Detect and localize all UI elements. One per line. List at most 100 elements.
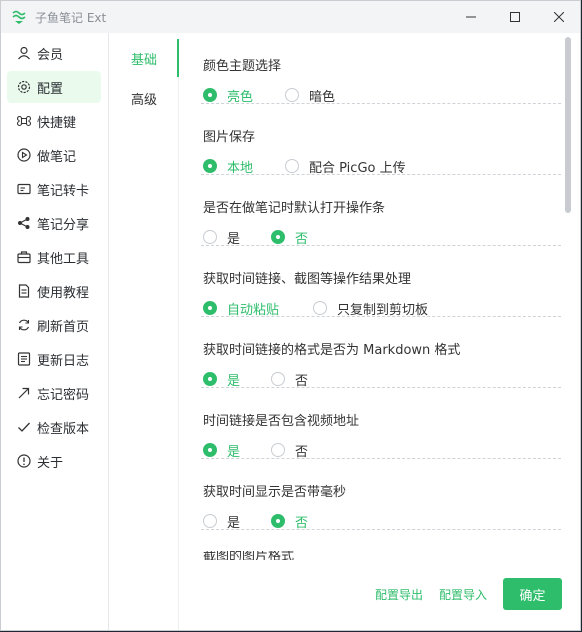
maximize-button[interactable]	[493, 1, 537, 33]
setting-question-partial: 截图的图片格式	[203, 551, 323, 560]
radio-checked-icon	[271, 230, 285, 244]
setting-markdown-format: 获取时间链接的格式是否为 Markdown 格式 是 否	[181, 317, 561, 389]
option-label: 是	[227, 515, 241, 531]
sidebar-item-label: 检查版本	[37, 421, 90, 437]
sidebar-item-label: 笔记转卡	[37, 183, 90, 199]
radio-option-no[interactable]: 否	[271, 442, 308, 460]
radio-unchecked-icon	[271, 443, 285, 457]
radio-checked-icon	[203, 301, 217, 315]
option-label: 只复制到剪切板	[337, 302, 429, 318]
sidebar-item-shortcuts[interactable]: 快捷键	[7, 105, 101, 137]
sidebar-item-forgot-password[interactable]: 忘记密码	[7, 377, 101, 409]
content-scrollbar[interactable]	[565, 37, 571, 213]
subnav-divider	[178, 39, 179, 630]
option-label: 是	[227, 373, 241, 389]
document-icon	[17, 284, 31, 298]
close-button[interactable]	[537, 1, 580, 33]
dialog-footer: 配置导出 配置导入 确定	[181, 561, 580, 630]
radio-option-yes[interactable]: 是	[203, 513, 241, 531]
radio-option-yes[interactable]: 是	[203, 229, 241, 247]
radio-option-no[interactable]: 否	[271, 229, 309, 247]
radio-checked-icon	[271, 514, 285, 528]
setting-question: 时间链接是否包含视频地址	[203, 414, 360, 429]
setting-question: 获取时间链接、截图等操作结果处理	[203, 272, 412, 287]
sidebar-item-note-share[interactable]: 笔记分享	[7, 207, 101, 239]
setting-result-handling: 获取时间链接、截图等操作结果处理 自动粘贴 只复制到剪切板	[181, 246, 561, 318]
setting-question: 获取时间显示是否带毫秒	[203, 485, 347, 500]
sidebar-item-check-version[interactable]: 检查版本	[7, 411, 101, 443]
setting-question: 是否在做笔记时默认打开操作条	[203, 201, 386, 216]
sidebar-item-label: 做笔记	[37, 149, 77, 165]
title-bar: 子鱼笔记 Ext	[1, 1, 580, 33]
sidebar-item-label: 快捷键	[37, 115, 77, 131]
radio-checked-icon	[203, 443, 217, 457]
radio-option-yes[interactable]: 是	[203, 371, 241, 389]
option-label: 是	[227, 231, 241, 247]
minimize-button[interactable]	[449, 1, 493, 33]
radio-checked-icon	[203, 159, 217, 173]
radio-option-yes[interactable]: 是	[203, 442, 241, 460]
radio-option-no[interactable]: 否	[271, 371, 308, 389]
setting-milliseconds: 获取时间显示是否带毫秒 是 否	[181, 459, 561, 531]
option-label: 否	[295, 231, 309, 247]
toolbox-icon	[17, 250, 31, 264]
export-config-button[interactable]: 配置导出	[375, 586, 423, 603]
radio-checked-icon	[203, 88, 217, 102]
tab-basic[interactable]: 基础	[111, 38, 179, 78]
close-icon	[554, 12, 564, 22]
setting-question: 获取时间链接的格式是否为 Markdown 格式	[203, 343, 461, 358]
setting-theme: 颜色主题选择 亮色 暗色	[181, 33, 561, 105]
radio-option-local[interactable]: 本地	[203, 158, 254, 176]
section-divider	[201, 529, 561, 530]
option-label: 自动粘贴	[227, 302, 280, 318]
sidebar-item-member[interactable]: 会员	[7, 37, 101, 69]
app-window: 子鱼笔记 Ext 会员 配置 快捷键 做笔记 笔记转卡 笔记分享 其他工具 使用…	[0, 0, 581, 631]
command-key-icon	[17, 114, 31, 128]
sidebar-item-tutorial[interactable]: 使用教程	[7, 275, 101, 307]
sidebar-item-label: 关于	[37, 455, 64, 471]
gear-icon	[17, 80, 31, 94]
user-icon	[17, 46, 31, 60]
sidebar-item-about[interactable]: 关于	[7, 445, 101, 477]
sidebar-item-other-tools[interactable]: 其他工具	[7, 241, 101, 273]
option-label: 亮色	[227, 89, 254, 105]
option-label: 暗色	[309, 89, 336, 105]
radio-unchecked-icon	[285, 88, 299, 102]
radio-option-picgo[interactable]: 配合 PicGo 上传	[285, 158, 406, 176]
radio-option-auto-paste[interactable]: 自动粘贴	[203, 300, 280, 318]
app-logo-icon	[11, 9, 27, 25]
radio-unchecked-icon	[313, 301, 327, 315]
sidebar-item-note-to-card[interactable]: 笔记转卡	[7, 173, 101, 205]
radio-option-dark[interactable]: 暗色	[285, 87, 336, 105]
sidebar-item-label: 更新日志	[37, 353, 90, 369]
sidebar-item-label: 配置	[37, 81, 64, 97]
card-icon	[17, 182, 31, 196]
import-config-button[interactable]: 配置导入	[439, 586, 487, 603]
radio-option-copy-only[interactable]: 只复制到剪切板	[313, 300, 429, 318]
sidebar-item-label: 会员	[37, 47, 64, 63]
refresh-icon	[17, 318, 31, 332]
tab-advanced[interactable]: 高级	[111, 78, 179, 118]
setting-question: 图片保存	[203, 130, 256, 145]
radio-unchecked-icon	[271, 372, 285, 386]
radio-unchecked-icon	[285, 159, 299, 173]
option-label: 本地	[227, 160, 254, 176]
sidebar-item-changelog[interactable]: 更新日志	[7, 343, 101, 375]
sidebar: 会员 配置 快捷键 做笔记 笔记转卡 笔记分享 其他工具 使用教程 刷新首页 更…	[1, 33, 109, 630]
option-label: 是	[227, 444, 241, 460]
sidebar-item-config[interactable]: 配置	[7, 71, 101, 103]
info-icon	[17, 454, 31, 468]
settings-subnav: 基础 高级	[111, 33, 179, 630]
radio-option-light[interactable]: 亮色	[203, 87, 254, 105]
partial-question-text: 截图的图片格式	[203, 551, 295, 560]
sidebar-item-label: 笔记分享	[37, 217, 90, 233]
log-icon	[17, 352, 31, 366]
confirm-button[interactable]: 确定	[503, 578, 562, 610]
arrow-up-right-icon	[17, 386, 31, 400]
sidebar-item-take-notes[interactable]: 做笔记	[7, 139, 101, 171]
option-label: 配合 PicGo 上传	[309, 160, 406, 176]
setting-image-save: 图片保存 本地 配合 PicGo 上传	[181, 104, 561, 176]
sidebar-item-refresh-home[interactable]: 刷新首页	[7, 309, 101, 341]
radio-option-no[interactable]: 否	[271, 513, 308, 531]
maximize-icon	[510, 12, 520, 22]
